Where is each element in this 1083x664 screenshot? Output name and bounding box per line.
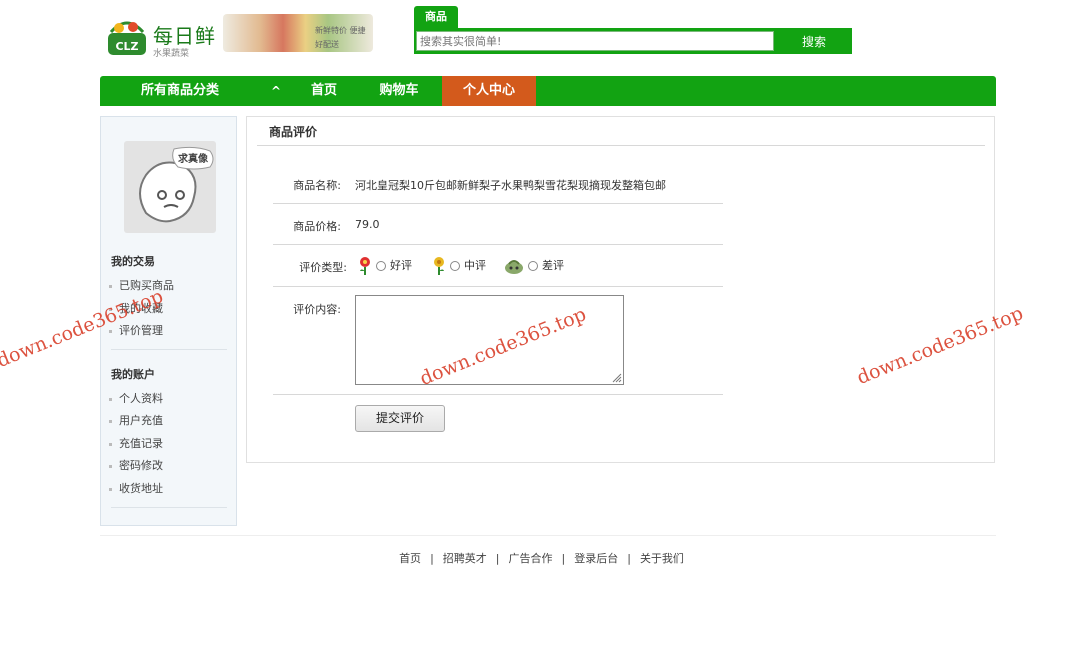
sidebar-item-address[interactable]: 收货地址 <box>109 480 163 496</box>
logo-title: 每日鲜 <box>153 24 216 48</box>
wilted-plant-icon <box>505 260 523 274</box>
sidebar-item-label: 充值记录 <box>119 437 163 450</box>
review-content-label: 评价内容: <box>293 303 341 316</box>
footer-separator: | <box>495 552 500 565</box>
default-avatar-icon: 求真像 <box>139 146 214 223</box>
sidebar-item-recharge[interactable]: 用户充值 <box>109 412 163 428</box>
divider <box>273 244 723 245</box>
sidebar-item-recharge-history[interactable]: 充值记录 <box>109 435 163 451</box>
footer-link-admin-login[interactable]: 登录后台 <box>574 552 618 565</box>
bullet-icon <box>109 442 112 446</box>
neutral-radio[interactable] <box>450 261 460 271</box>
good-radio[interactable] <box>376 261 386 271</box>
product-name-label: 商品名称: <box>293 179 341 192</box>
sidebar-item-label: 用户充值 <box>119 414 163 427</box>
bullet-icon <box>109 329 112 333</box>
svg-text:CLZ: CLZ <box>115 40 138 53</box>
yellow-flower-icon <box>434 257 444 275</box>
product-price-value: 79.0 <box>355 218 380 231</box>
rating-label: 中评 <box>464 259 486 272</box>
product-name-value: 河北皇冠梨10斤包邮新鲜梨子水果鸭梨雪花梨现摘现发整箱包邮 <box>355 179 666 192</box>
sidebar-item-label: 密码修改 <box>119 459 163 472</box>
sidebar-item-label: 收货地址 <box>119 482 163 495</box>
rating-option-bad[interactable]: 差评 <box>503 256 564 276</box>
divider <box>111 349 227 350</box>
footer-link-ads[interactable]: 广告合作 <box>509 552 553 565</box>
search-bar: 搜索 <box>414 28 852 54</box>
divider <box>100 535 996 536</box>
review-type-label: 评价类型: <box>299 261 347 274</box>
bullet-icon <box>109 464 112 468</box>
site-logo[interactable]: CLZ 每日鲜 水果蔬菜 新鲜特价 便捷好配送 <box>103 14 373 64</box>
nav-user-center[interactable]: 个人中心 <box>442 76 536 106</box>
bad-radio[interactable] <box>528 261 538 271</box>
logo-subtitle: 水果蔬菜 <box>153 49 190 59</box>
footer-separator: | <box>430 552 434 565</box>
footer-links: 首页 | 招聘英才 | 广告合作 | 登录后台 | 关于我们 <box>0 550 1083 566</box>
page-title: 商品评价 <box>269 125 318 139</box>
sidebar-item-password[interactable]: 密码修改 <box>109 457 163 473</box>
search-button[interactable]: 搜索 <box>776 28 852 54</box>
footer-link-careers[interactable]: 招聘英才 <box>443 552 487 565</box>
rating-option-neutral[interactable]: 中评 <box>431 256 486 276</box>
account-heading: 我的账户 <box>111 368 155 381</box>
review-panel: 商品评价 商品名称: 河北皇冠梨10斤包邮新鲜梨子水果鸭梨雪花梨现摘现发整箱包邮… <box>246 116 995 463</box>
footer-separator: | <box>627 552 631 565</box>
basket-logo-icon: CLZ <box>108 21 146 55</box>
sidebar-item-label: 个人资料 <box>119 392 163 405</box>
red-flower-icon <box>360 257 370 275</box>
svg-text:求真像: 求真像 <box>178 152 209 165</box>
footer-link-home[interactable]: 首页 <box>399 552 421 565</box>
resize-handle-icon[interactable] <box>610 371 622 383</box>
bullet-icon <box>109 397 112 401</box>
logo-slogan: 新鲜特价 便捷好配送 <box>315 26 366 49</box>
divider <box>273 394 723 395</box>
bullet-icon <box>109 487 112 491</box>
divider <box>257 145 985 146</box>
divider <box>111 507 227 508</box>
rating-label: 差评 <box>542 259 564 272</box>
nav-cart[interactable]: 购物车 <box>362 76 436 106</box>
search-tab-products[interactable]: 商品 <box>414 6 458 28</box>
nav-all-categories[interactable]: 所有商品分类 <box>100 76 260 106</box>
product-price-label: 商品价格: <box>293 220 341 233</box>
bullet-icon <box>109 284 112 288</box>
footer-separator: | <box>561 552 566 565</box>
footer-link-about[interactable]: 关于我们 <box>640 552 684 565</box>
main-nav: 所有商品分类 ^ 首页 购物车 个人中心 <box>100 76 996 106</box>
submit-review-button[interactable]: 提交评价 <box>355 405 445 432</box>
rating-label: 好评 <box>390 259 412 272</box>
divider <box>273 203 723 204</box>
avatar[interactable]: 求真像 <box>124 141 216 233</box>
trade-heading: 我的交易 <box>111 255 155 268</box>
search-input[interactable] <box>416 31 774 51</box>
chevron-up-icon[interactable]: ^ <box>260 76 292 106</box>
bullet-icon <box>109 419 112 423</box>
divider <box>273 286 723 287</box>
sidebar-item-profile[interactable]: 个人资料 <box>109 390 163 406</box>
sidebar-item-label: 评价管理 <box>119 324 163 337</box>
rating-option-good[interactable]: 好评 <box>357 256 412 276</box>
nav-home[interactable]: 首页 <box>294 76 354 106</box>
